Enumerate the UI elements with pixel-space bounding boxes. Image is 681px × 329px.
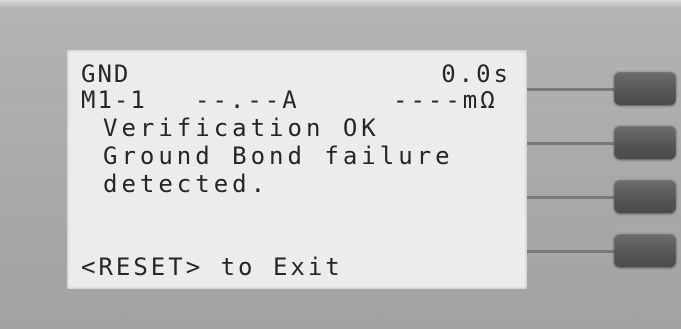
- softkey-3-leader-line: [527, 196, 617, 199]
- verification-message: Verification OK: [103, 114, 380, 142]
- softkey-3-button[interactable]: [614, 179, 676, 213]
- current-readout: --.--A: [195, 86, 300, 114]
- instrument-front-panel: GND 0.0s M1-1 --.--A ----mΩ Verification…: [0, 0, 681, 329]
- failure-message-line-2: detected.: [103, 170, 270, 198]
- test-timer: 0.0s: [441, 60, 511, 88]
- resistance-readout: ----mΩ: [393, 86, 498, 114]
- softkey-2-button[interactable]: [614, 125, 676, 159]
- reset-exit-hint: <RESET> to Exit: [81, 253, 343, 281]
- panel-top-edge: [0, 0, 681, 8]
- softkey-2-leader-line: [527, 142, 617, 145]
- memory-step-label: M1-1: [81, 86, 147, 114]
- test-mode-label: GND: [81, 60, 131, 88]
- lcd-screen: GND 0.0s M1-1 --.--A ----mΩ Verification…: [67, 50, 527, 289]
- softkey-4-button[interactable]: [614, 233, 676, 267]
- softkey-4-leader-line: [527, 250, 617, 253]
- failure-message-line-1: Ground Bond failure: [103, 142, 454, 170]
- softkey-1-button[interactable]: [614, 71, 676, 105]
- softkey-1-leader-line: [527, 88, 617, 91]
